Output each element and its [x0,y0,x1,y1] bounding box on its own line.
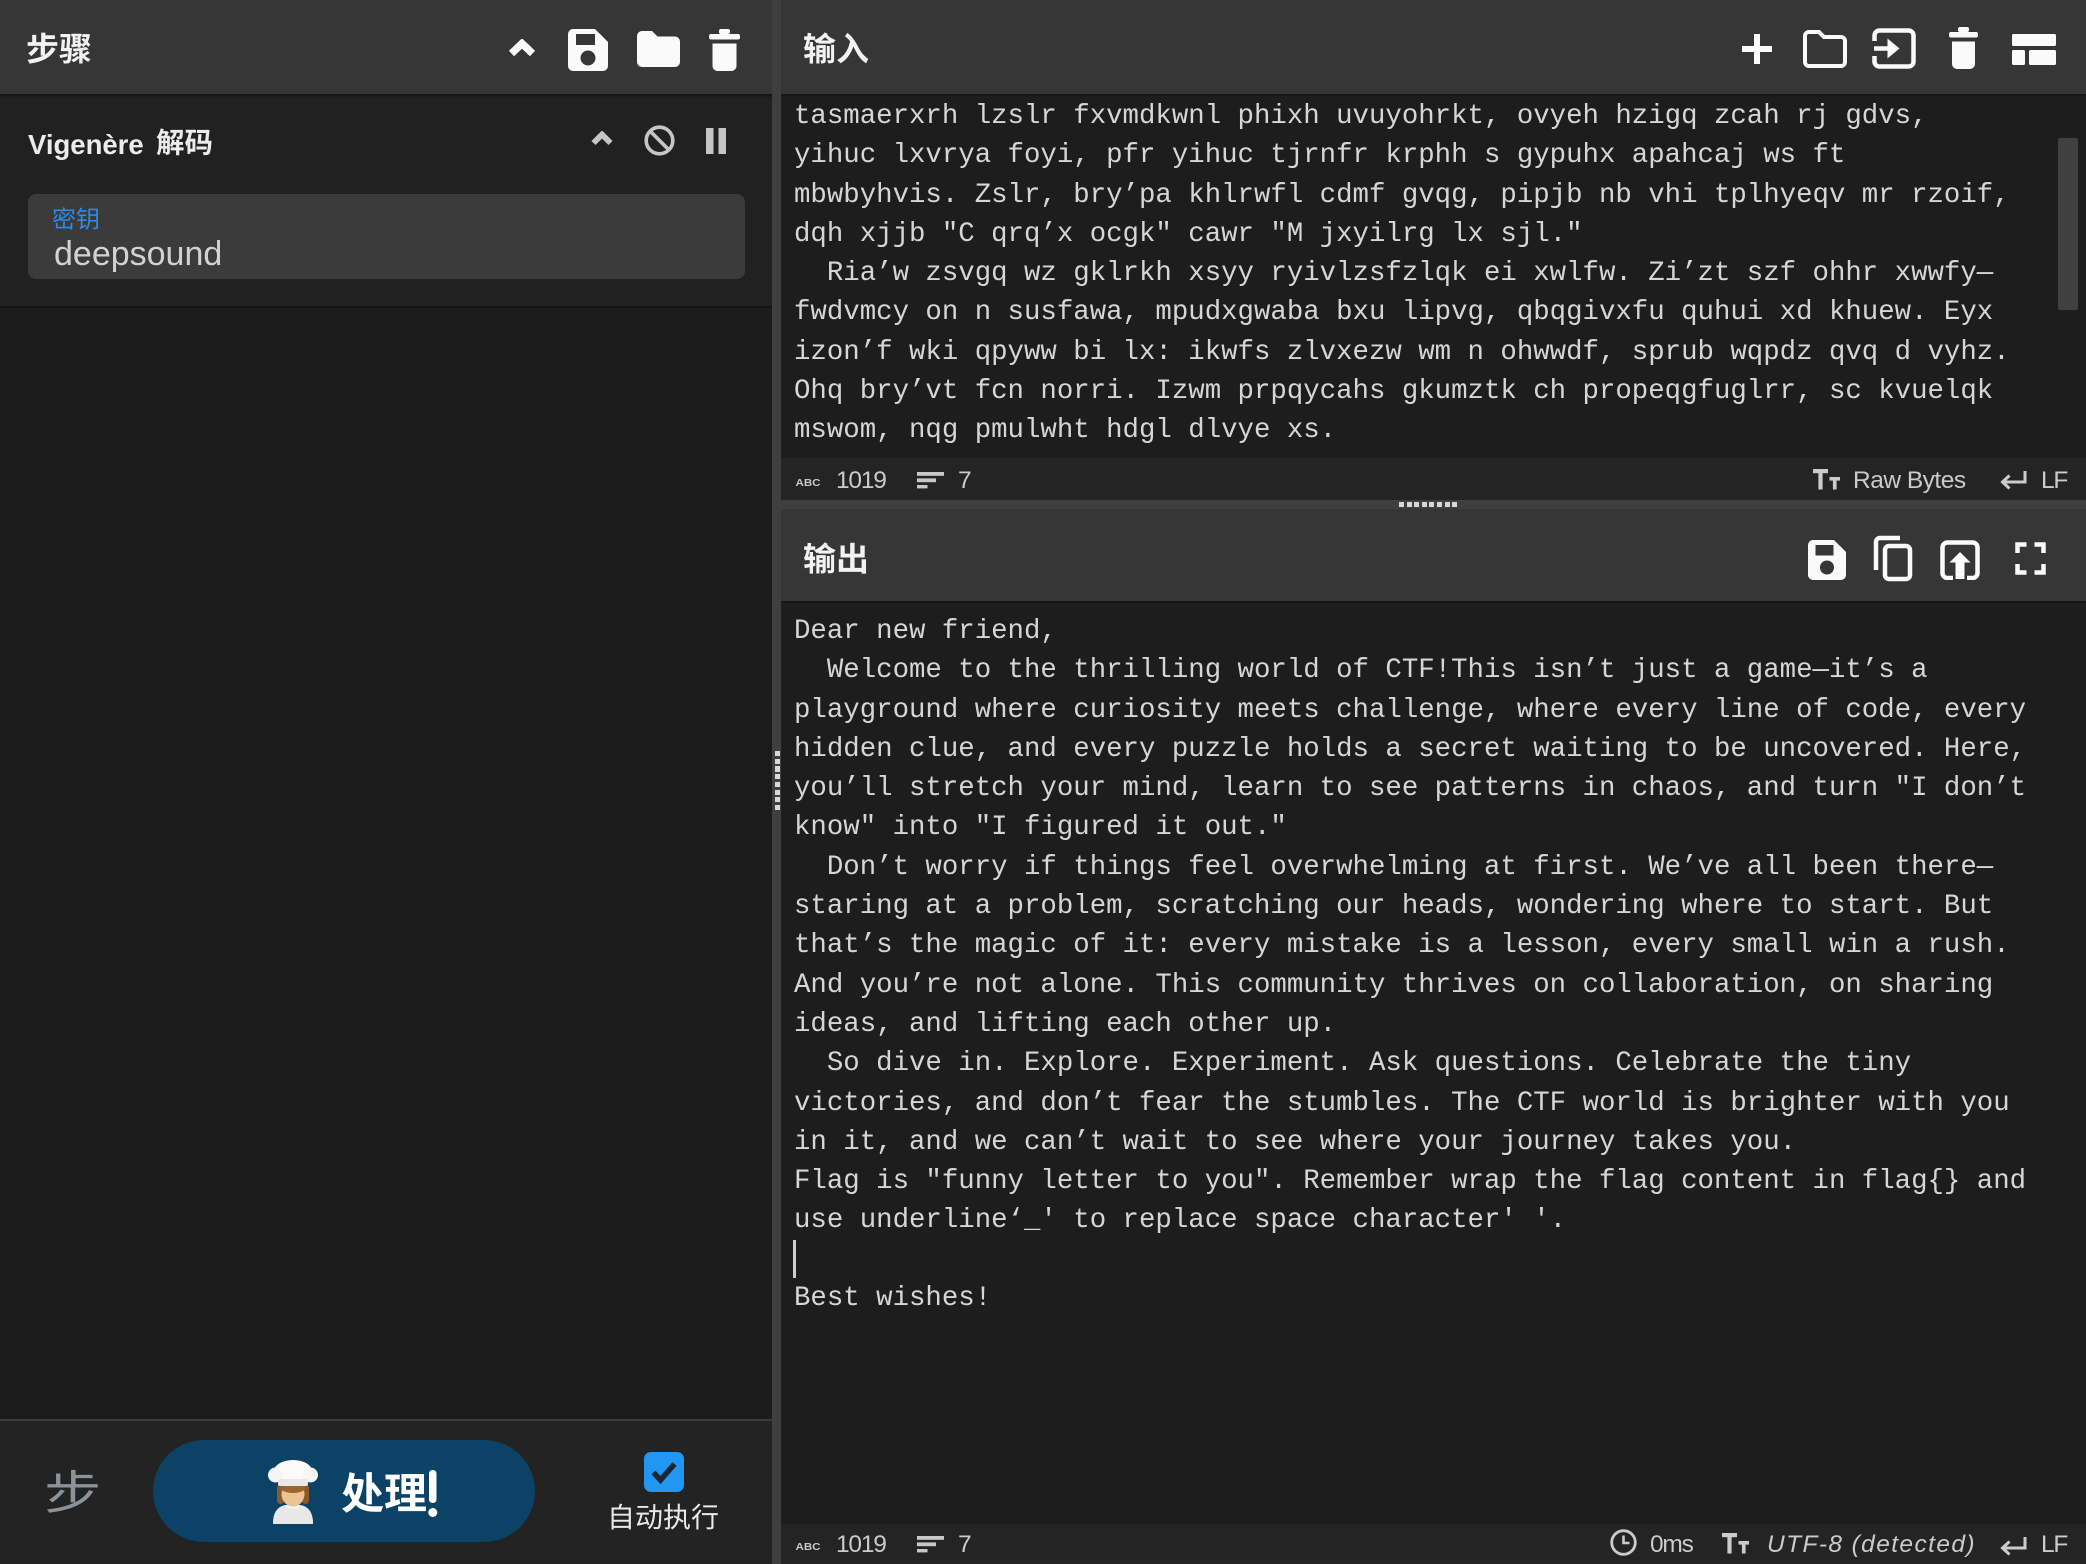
svg-text:ABC: ABC [796,477,821,487]
svg-text:ABC: ABC [796,1541,821,1551]
